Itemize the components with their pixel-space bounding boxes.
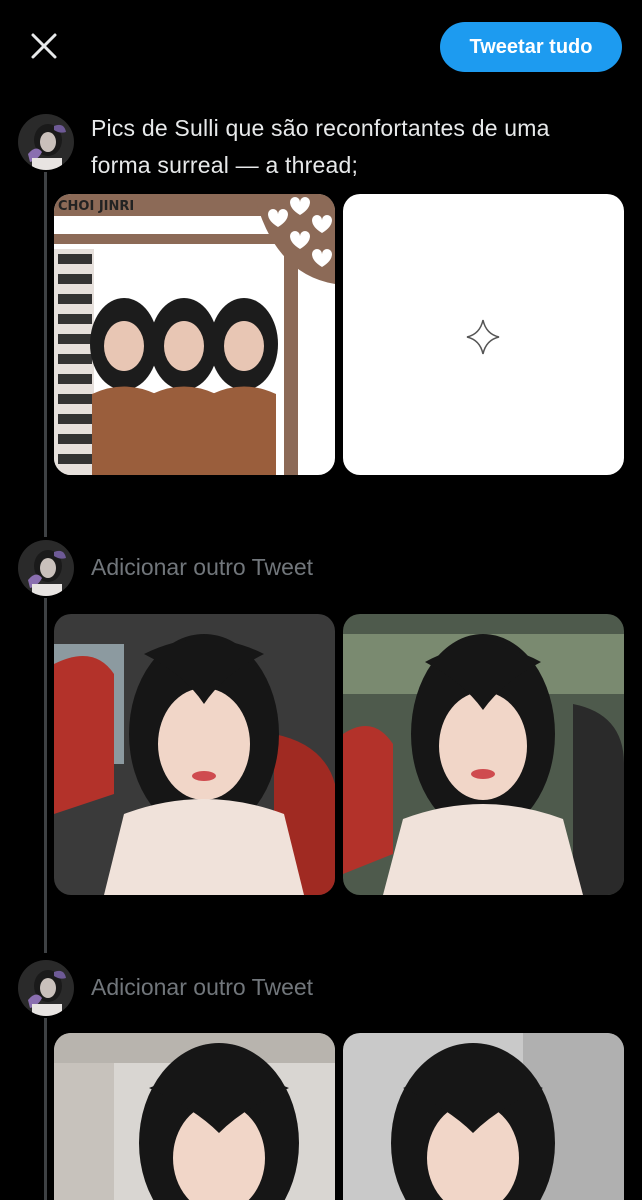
thread-line xyxy=(44,172,47,537)
add-another-tweet-input[interactable]: Adicionar outro Tweet xyxy=(91,974,313,1001)
tweet-image[interactable]: CHOI JINRI by lilmagiclin xyxy=(54,194,335,475)
tweet-image[interactable] xyxy=(54,614,335,895)
tweet-text[interactable]: Pics de Sulli que são reconfortantes de … xyxy=(91,110,611,184)
tweet-image[interactable] xyxy=(343,614,624,895)
avatar xyxy=(18,540,74,596)
car-selfie-photo-1 xyxy=(54,614,335,895)
tweet-image[interactable] xyxy=(343,194,624,475)
edit-collage-photo: CHOI JINRI by lilmagiclin xyxy=(54,194,335,475)
tweet-image[interactable] xyxy=(54,1033,335,1200)
tweet-image[interactable] xyxy=(343,1033,624,1200)
avatar xyxy=(18,114,74,170)
selfie-photo-3 xyxy=(54,1033,335,1200)
thread-line xyxy=(44,1018,47,1200)
close-icon xyxy=(31,33,57,59)
avatar xyxy=(18,960,74,1016)
thread-line xyxy=(44,598,47,953)
add-another-tweet-input[interactable]: Adicionar outro Tweet xyxy=(91,554,313,581)
car-selfie-photo-2 xyxy=(343,614,624,895)
tweet-all-button[interactable]: Tweetar tudo xyxy=(440,22,622,72)
close-button[interactable] xyxy=(28,30,60,62)
blank-white-sparkle-photo xyxy=(343,194,624,475)
selfie-photo-4 xyxy=(343,1033,624,1200)
svg-text:CHOI JINRI: CHOI JINRI xyxy=(58,199,134,214)
compose-header: Tweetar tudo xyxy=(0,0,642,96)
